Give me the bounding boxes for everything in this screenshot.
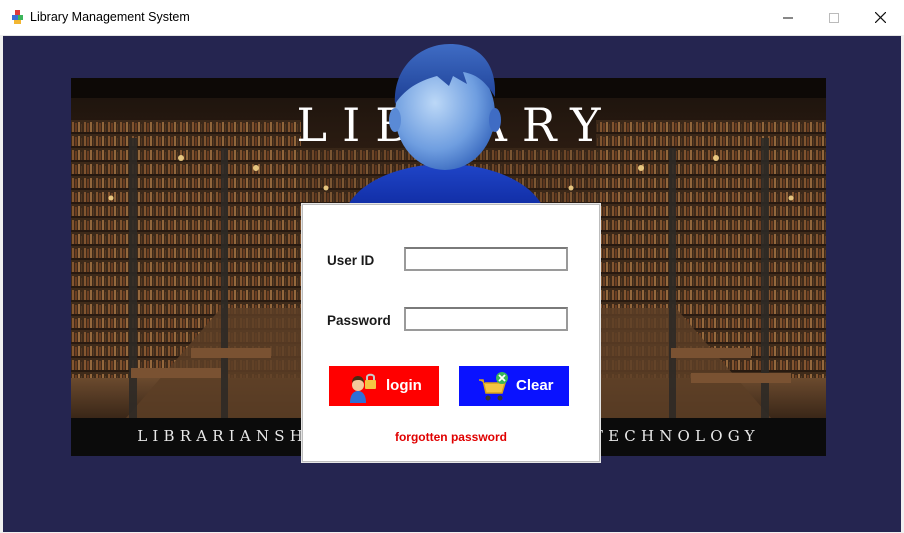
clear-button[interactable]: Clear bbox=[459, 366, 569, 406]
minimize-icon bbox=[783, 17, 793, 18]
close-button[interactable] bbox=[857, 0, 903, 35]
clear-button-label: Clear bbox=[516, 377, 554, 394]
user-lock-icon bbox=[350, 373, 376, 403]
title-bar: Library Management System bbox=[0, 0, 904, 36]
user-id-label: User ID bbox=[327, 253, 375, 268]
user-id-input[interactable] bbox=[404, 247, 568, 271]
password-input[interactable] bbox=[404, 307, 568, 331]
close-icon bbox=[874, 12, 886, 23]
maximize-icon bbox=[829, 12, 839, 23]
password-label: Password bbox=[327, 313, 391, 328]
minimize-button[interactable] bbox=[765, 0, 811, 35]
user-avatar-icon bbox=[345, 44, 545, 212]
forgot-password-link[interactable]: forgotten password bbox=[303, 430, 599, 444]
login-button[interactable]: login bbox=[329, 366, 439, 406]
window-title: Library Management System bbox=[30, 10, 190, 24]
login-button-label: login bbox=[386, 377, 422, 394]
cart-clear-icon bbox=[479, 372, 508, 401]
library-app-icon bbox=[12, 10, 23, 24]
maximize-button[interactable] bbox=[811, 0, 857, 35]
login-panel: User ID Password login Clear forgotten p… bbox=[302, 204, 600, 462]
